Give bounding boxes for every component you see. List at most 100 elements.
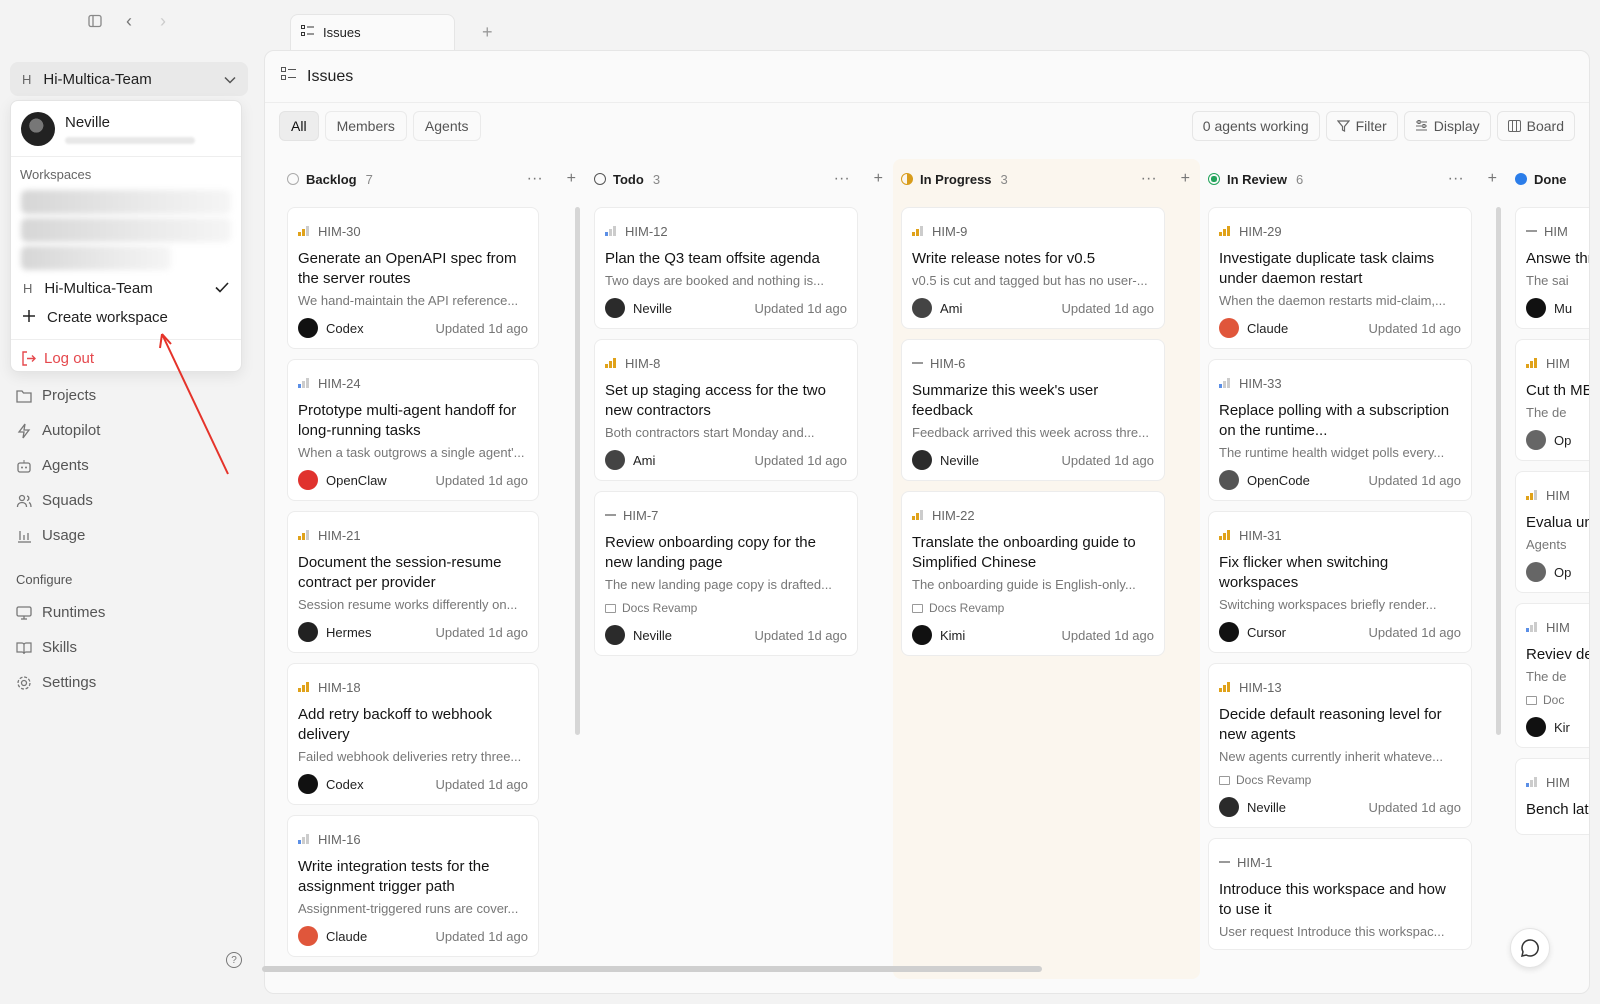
issue-title: Bench latenc	[1526, 801, 1589, 818]
sidebar-item-skills[interactable]: Skills	[16, 630, 105, 665]
filter-agents-button[interactable]: Agents	[412, 111, 481, 141]
sidebar-item-squads[interactable]: Squads	[16, 483, 105, 518]
issue-title: Decide default reasoning level for new a…	[1219, 706, 1442, 743]
issue-card[interactable]: HIM-22 Translate the onboarding guide to …	[901, 491, 1165, 656]
filter-members-button[interactable]: Members	[324, 111, 407, 141]
assignee-avatar	[298, 622, 318, 642]
issue-card[interactable]: HIM-31 Fix flicker when switching workspa…	[1208, 511, 1472, 653]
issue-card[interactable]: HIM-30 Generate an OpenAPI spec from the …	[287, 207, 539, 349]
forward-icon[interactable]: ›	[156, 11, 170, 31]
tab-label: Issues	[323, 25, 361, 40]
assignee-name: Mu	[1554, 300, 1573, 316]
issue-title: Investigate duplicate task claims under …	[1219, 250, 1435, 287]
issue-card[interactable]: HIM Evalua untrus Agents Op	[1515, 471, 1589, 593]
issue-description: When the daemon restarts mid-claim,...	[1219, 293, 1446, 308]
board-column-backlog: Backlog 7 ··· + HIM-30 Generate an OpenAPI sp…	[279, 159, 586, 979]
add-issue-icon[interactable]: +	[874, 170, 883, 188]
workspace-item-current[interactable]: H Hi-Multica-Team	[11, 274, 241, 303]
redacted-workspace-item[interactable]	[21, 246, 171, 270]
redacted-workspace-item[interactable]	[21, 190, 231, 214]
configure-section-label: Configure	[16, 571, 73, 587]
horizontal-scrollbar[interactable]	[262, 966, 1042, 972]
sidebar-item-label: Autopilot	[42, 422, 101, 439]
chat-button[interactable]	[1510, 928, 1550, 968]
issue-id: HIM	[1546, 774, 1570, 790]
issue-title: Replace polling with a subscription on t…	[1219, 402, 1450, 439]
assignee-name: Ami	[940, 300, 963, 316]
sidebar-item-label: Usage	[42, 527, 86, 544]
issue-title: Write integration tests for the assignme…	[298, 858, 490, 895]
redacted-workspace-item[interactable]	[21, 218, 231, 242]
updated-time: Updated 1d ago	[754, 627, 847, 643]
issue-card[interactable]: HIM Reviev deskto The de Doc Kir	[1515, 603, 1589, 748]
issue-card[interactable]: HIM-12 Plan the Q3 team offsite agenda Two…	[594, 207, 858, 329]
plus-icon	[23, 309, 35, 326]
issue-card[interactable]: HIM-9 Write release notes for v0.5 v0.5 is…	[901, 207, 1165, 329]
updated-time: Updated 1d ago	[435, 776, 528, 792]
sidebar-item-label: Skills	[42, 639, 78, 656]
sidebar-item-projects[interactable]: Projects	[16, 378, 105, 413]
issue-title: Answe threac	[1526, 250, 1589, 267]
issue-card[interactable]: HIM-29 Investigate duplicate task claims …	[1208, 207, 1472, 349]
assignee-name: Neville	[633, 300, 673, 316]
issue-card[interactable]: HIM Answe threac The sai Mu	[1515, 207, 1589, 329]
priority-medium-icon	[1526, 490, 1539, 500]
more-icon[interactable]: ···	[527, 170, 543, 188]
add-issue-icon[interactable]: +	[567, 170, 576, 188]
tab-issues[interactable]: Issues	[290, 14, 455, 50]
sidebar-toggle-icon[interactable]	[88, 14, 102, 28]
column-scrollbar[interactable]	[575, 207, 580, 735]
issue-card[interactable]: HIM Cut th MB The de Op	[1515, 339, 1590, 461]
issue-card[interactable]: HIM-7 Review onboarding copy for the new …	[594, 491, 858, 656]
issue-card[interactable]: HIM-33 Replace polling with a subscriptio…	[1208, 359, 1472, 501]
sidebar-item-usage[interactable]: Usage	[16, 518, 105, 553]
more-icon[interactable]: ···	[834, 170, 850, 188]
add-issue-icon[interactable]: +	[1488, 170, 1497, 188]
board-column-done: Done HIM Answe threac The sai Mu HIM Cut th MB…	[1507, 159, 1590, 979]
display-button[interactable]: Display	[1403, 111, 1491, 141]
issue-title: Introduce this workspace and how to use …	[1219, 881, 1446, 918]
toolbar: All Members Agents 0 agents working Filt…	[279, 111, 1575, 141]
filter-all-button[interactable]: All	[279, 111, 319, 141]
issue-card[interactable]: HIM Bench latenc	[1515, 758, 1589, 835]
issue-card[interactable]: HIM-21 Document the session-resume contra…	[287, 511, 539, 653]
sidebar-item-runtimes[interactable]: Runtimes	[16, 595, 105, 630]
page-header: Issues	[265, 51, 1589, 103]
back-icon[interactable]: ‹	[122, 11, 136, 31]
sidebar-item-settings[interactable]: Settings	[16, 665, 105, 700]
issue-id: HIM-30	[318, 223, 361, 239]
issue-card[interactable]: HIM-24 Prototype multi-agent handoff for …	[287, 359, 539, 501]
workspace-switcher[interactable]: H Hi-Multica-Team	[10, 62, 248, 96]
project-tag[interactable]: Docs Revamp	[1219, 773, 1461, 787]
sidebar-item-autopilot[interactable]: Autopilot	[16, 413, 105, 448]
issue-card[interactable]: HIM-1 Introduce this workspace and how to…	[1208, 838, 1472, 950]
issue-title: Cut th MB	[1526, 382, 1590, 399]
agents-working-button[interactable]: 0 agents working	[1191, 111, 1320, 141]
more-icon[interactable]: ···	[1141, 170, 1157, 188]
column-scrollbar[interactable]	[1496, 207, 1501, 735]
sidebar-item-agents[interactable]: Agents	[16, 448, 105, 483]
column-header: Backlog 7 ··· +	[279, 159, 586, 199]
updated-time: Updated 1d ago	[435, 624, 528, 640]
issue-card[interactable]: HIM-13 Decide default reasoning level for…	[1208, 663, 1472, 828]
check-icon	[215, 280, 229, 297]
more-icon[interactable]: ···	[1448, 170, 1464, 188]
robot-icon	[17, 459, 31, 473]
issue-card[interactable]: HIM-8 Set up staging access for the two n…	[594, 339, 858, 481]
column-title: In Review	[1227, 171, 1287, 187]
issue-card[interactable]: HIM-6 Summarize this week's user feedback…	[901, 339, 1165, 481]
add-issue-icon[interactable]: +	[1181, 170, 1190, 188]
issue-id: HIM-9	[932, 223, 968, 239]
issue-card[interactable]: HIM-18 Add retry backoff to webhook deliv…	[287, 663, 539, 805]
issue-id: HIM-33	[1239, 375, 1282, 391]
filter-button[interactable]: Filter	[1325, 111, 1398, 141]
issue-description: Both contractors start Monday and...	[605, 425, 815, 440]
project-tag[interactable]: Docs Revamp	[912, 601, 1154, 615]
updated-time: Updated 1d ago	[1368, 320, 1461, 336]
issue-card[interactable]: HIM-16 Write integration tests for the as…	[287, 815, 539, 957]
help-icon[interactable]: ?	[226, 952, 242, 968]
new-tab-button[interactable]: +	[482, 22, 493, 43]
project-tag[interactable]: Docs Revamp	[605, 601, 847, 615]
board-view-button[interactable]: Board	[1496, 111, 1575, 141]
project-tag[interactable]: Doc	[1526, 693, 1589, 707]
